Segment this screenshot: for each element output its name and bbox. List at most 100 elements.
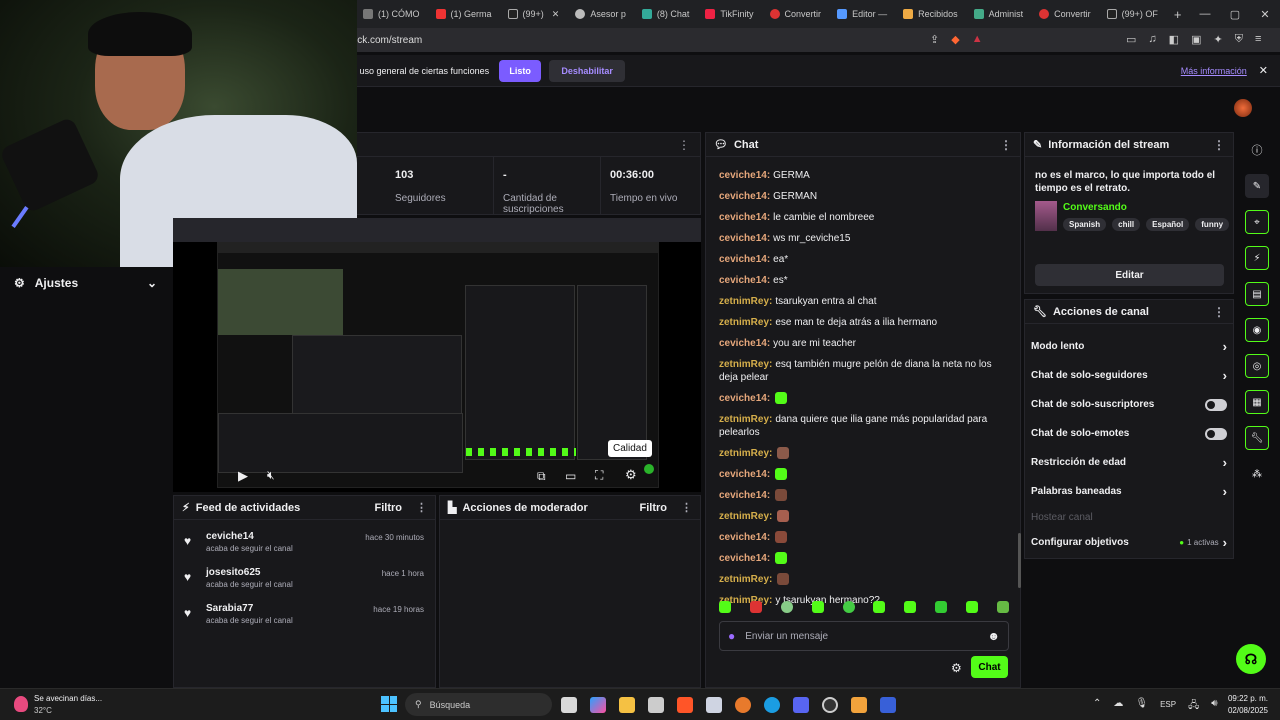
close-banner-button[interactable]: ✕ bbox=[1259, 64, 1268, 77]
more-options-icon[interactable]: ⋮ bbox=[1000, 138, 1012, 152]
file-explorer-icon[interactable] bbox=[619, 697, 635, 713]
chat-username[interactable]: zetnimRey: bbox=[719, 296, 772, 307]
pencil-icon[interactable]: ✎ bbox=[1245, 174, 1269, 198]
tab[interactable]: Convertir bbox=[1031, 0, 1099, 28]
age-restriction-row[interactable]: Restricción de edad › bbox=[1025, 448, 1233, 477]
emote-icon[interactable] bbox=[966, 601, 978, 613]
sidebar-icon[interactable]: ◧ bbox=[1169, 33, 1179, 46]
language-indicator[interactable]: ESP bbox=[1160, 700, 1176, 715]
obs-icon[interactable] bbox=[822, 697, 838, 713]
microphone-icon[interactable]: ● bbox=[728, 629, 735, 643]
clock[interactable]: 09:22 p. m. 02/08/2025 bbox=[1222, 694, 1268, 715]
more-options-icon[interactable]: ⋮ bbox=[416, 501, 427, 514]
emote-icon[interactable] bbox=[842, 601, 855, 613]
connections-icon[interactable]: ⁂ bbox=[1245, 462, 1269, 486]
tag[interactable]: chill bbox=[1112, 218, 1141, 231]
more-options-icon[interactable]: ⋮ bbox=[681, 501, 692, 514]
emote-icon[interactable] bbox=[719, 601, 731, 613]
cloud-icon[interactable]: ☁ bbox=[1113, 698, 1123, 715]
minimize-button[interactable]: — bbox=[1190, 8, 1220, 21]
subscribers-only-toggle[interactable] bbox=[1205, 398, 1227, 411]
emote-icon[interactable] bbox=[904, 601, 917, 613]
taskbar-search[interactable]: ⚲ Búsqueda bbox=[405, 693, 552, 716]
tag[interactable]: funny bbox=[1195, 218, 1230, 231]
play-icon[interactable]: ▶ bbox=[238, 468, 248, 484]
wallet-icon[interactable]: ▣ bbox=[1191, 33, 1201, 46]
tab[interactable]: (99+) ✕ bbox=[500, 0, 568, 28]
chat-scrollbar[interactable] bbox=[1018, 533, 1021, 588]
fullscreen-icon[interactable]: ⛶ bbox=[595, 468, 603, 483]
chat-username[interactable]: zetnimRey: bbox=[719, 317, 772, 328]
chat-username[interactable]: ceviche14: bbox=[719, 233, 770, 244]
tab[interactable]: (1) CÓMO bbox=[355, 0, 428, 28]
chevron-up-icon[interactable]: ⌃ bbox=[1093, 698, 1101, 715]
chat-username[interactable]: zetnimRey: bbox=[719, 359, 772, 370]
tab[interactable]: Asesor p bbox=[567, 0, 634, 28]
chat-username[interactable]: zetnimRey: bbox=[719, 574, 772, 585]
tab[interactable]: Convertir bbox=[762, 0, 830, 28]
reader-icon[interactable]: ▭ bbox=[1126, 33, 1136, 46]
chat-settings-icon[interactable]: ⚙ bbox=[951, 661, 962, 675]
disable-cookies-button[interactable]: Deshabilitar bbox=[549, 59, 626, 82]
app-icon[interactable] bbox=[880, 697, 896, 713]
emote-icon[interactable] bbox=[873, 601, 886, 613]
tab[interactable]: Recibidos bbox=[895, 0, 966, 28]
maximize-button[interactable]: ▢ bbox=[1220, 8, 1250, 21]
store-icon[interactable] bbox=[648, 697, 664, 713]
chat-username[interactable]: ceviche14: bbox=[719, 532, 770, 543]
weather-icon[interactable] bbox=[14, 696, 28, 712]
info-icon[interactable]: ⓘ bbox=[1245, 138, 1269, 162]
tab[interactable]: (1) Germa bbox=[428, 0, 500, 28]
document-icon[interactable]: ▤ bbox=[1245, 282, 1269, 306]
chat-username[interactable]: ceviche14: bbox=[719, 191, 770, 202]
tab[interactable]: Editor — bbox=[829, 0, 895, 28]
discord-icon[interactable] bbox=[793, 697, 809, 713]
music-icon[interactable]: ♫ bbox=[1148, 33, 1156, 46]
tag[interactable]: Español bbox=[1146, 218, 1190, 231]
volume-icon[interactable]: 🔊︎ bbox=[1211, 698, 1217, 715]
chat-username[interactable]: ceviche14: bbox=[719, 490, 770, 501]
category-thumbnail[interactable] bbox=[1035, 201, 1057, 231]
more-options-icon[interactable]: ⋮ bbox=[1213, 138, 1225, 152]
quality-settings-icon[interactable]: ⚙ bbox=[625, 467, 637, 483]
more-options-icon[interactable]: ⋮ bbox=[678, 138, 690, 152]
capture-icon[interactable]: ⌖ bbox=[1245, 210, 1269, 234]
user-avatar[interactable] bbox=[1234, 99, 1252, 117]
tag[interactable]: Spanish bbox=[1063, 218, 1107, 231]
rewards-icon[interactable]: ▲ bbox=[972, 33, 983, 46]
support-chat-button[interactable]: ☊ bbox=[1236, 644, 1266, 674]
app-icon[interactable] bbox=[851, 697, 867, 713]
copilot-icon[interactable] bbox=[590, 697, 606, 713]
video-player[interactable]: Calidad ▶ 🔇︎ ⧉ ▭ ⛶ ⚙ bbox=[173, 242, 701, 492]
pip-icon[interactable]: ⧉ bbox=[537, 469, 546, 484]
chat-username[interactable]: ceviche14: bbox=[719, 254, 770, 265]
task-view-icon[interactable] bbox=[561, 697, 577, 713]
broadcast-icon[interactable]: ◎ bbox=[1245, 354, 1269, 378]
moderator-filter-button[interactable]: Filtro bbox=[640, 502, 668, 514]
more-options-icon[interactable]: ⋮ bbox=[1213, 305, 1225, 319]
tab[interactable]: Administ bbox=[966, 0, 1032, 28]
chat-username[interactable]: zetnimRey: bbox=[719, 448, 772, 459]
chat-username[interactable]: zetnimRey: bbox=[719, 511, 772, 522]
close-window-button[interactable]: ✕ bbox=[1250, 8, 1280, 21]
chat-icon[interactable]: ◉ bbox=[1245, 318, 1269, 342]
brave-shield-icon[interactable]: ◆ bbox=[951, 33, 959, 46]
chat-username[interactable]: ceviche14: bbox=[719, 469, 770, 480]
tab[interactable]: (8) Chat bbox=[634, 0, 698, 28]
goals-row[interactable]: Configurar objetivos ● 1 activas › bbox=[1025, 528, 1233, 557]
emotes-only-toggle[interactable] bbox=[1205, 427, 1227, 440]
more-info-link[interactable]: Más información bbox=[1181, 66, 1247, 76]
emote-icon[interactable] bbox=[935, 601, 948, 613]
category-name[interactable]: Conversando bbox=[1063, 202, 1127, 213]
menu-icon[interactable]: ≡ bbox=[1255, 33, 1261, 46]
chat-username[interactable]: ceviche14: bbox=[719, 393, 770, 404]
wrench-icon[interactable]: 🔧︎ bbox=[1245, 426, 1269, 450]
banned-words-row[interactable]: Palabras baneadas › bbox=[1025, 477, 1233, 506]
emote-icon[interactable] bbox=[749, 601, 762, 613]
layout-icon[interactable]: ▦ bbox=[1245, 390, 1269, 414]
chat-input[interactable]: ● Enviar un mensaje ☻ bbox=[719, 621, 1009, 651]
chat-send-button[interactable]: Chat bbox=[971, 656, 1008, 678]
activity-filter-button[interactable]: Filtro bbox=[375, 502, 403, 514]
edit-button[interactable]: Editar bbox=[1035, 264, 1224, 286]
bolt-icon[interactable]: ⚡︎ bbox=[1245, 246, 1269, 270]
